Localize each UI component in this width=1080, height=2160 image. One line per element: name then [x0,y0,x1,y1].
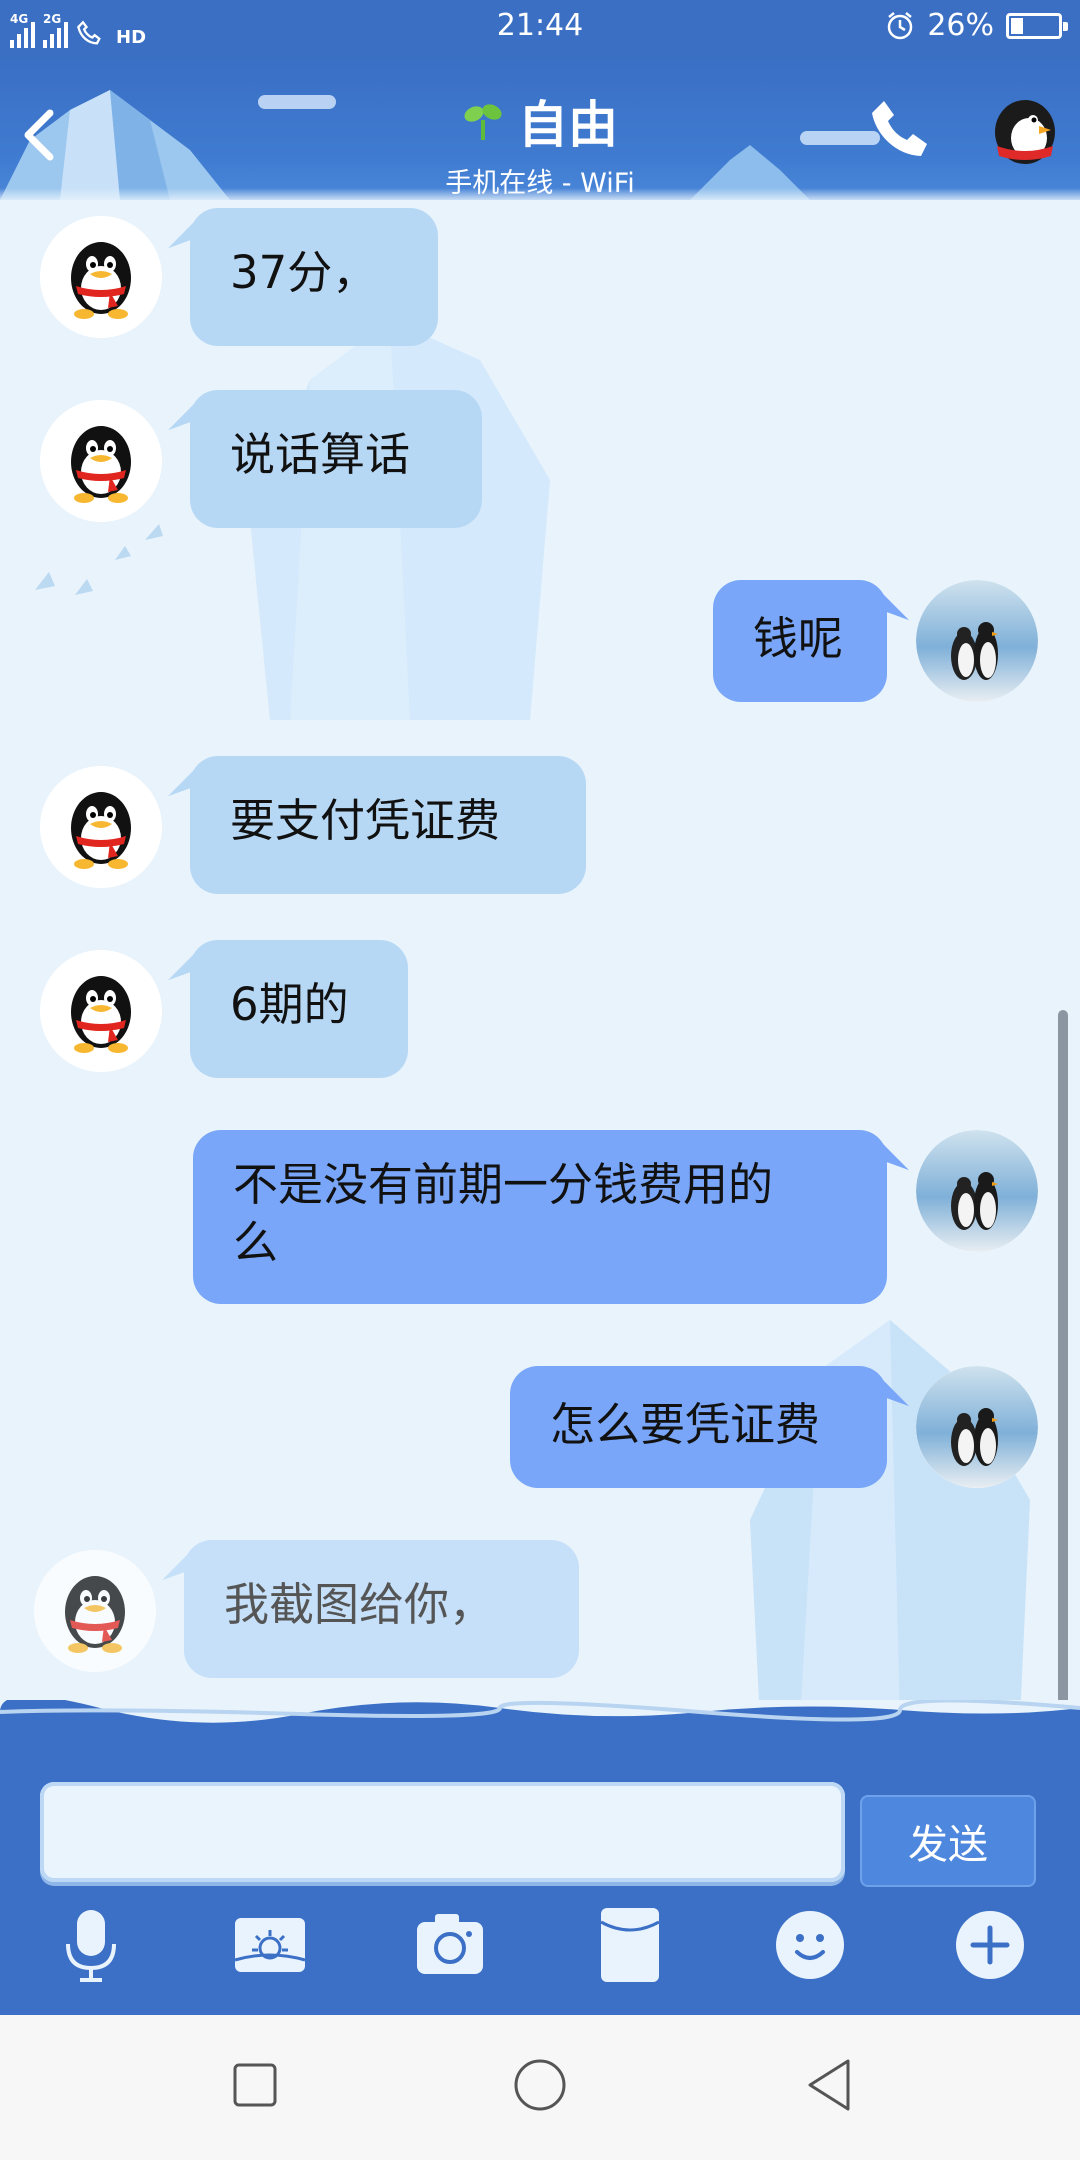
user-avatar-icon[interactable] [916,1366,1038,1488]
message-text: 我截图给你， [224,1578,495,1631]
contact-title[interactable]: 自由 [462,85,618,157]
message-bubble[interactable]: 37分， [190,208,438,346]
message-list[interactable]: 37分， 说话算话 钱呢 要支付凭证费 6期的 不是没有前期一分钱费用的 么 怎… [0,200,1080,1710]
user-avatar-icon[interactable] [916,580,1038,702]
message-text: 37分， [230,246,378,299]
message-text-line: 么 [233,1216,279,1269]
message-text: 钱呢 [753,612,844,665]
message-bubble[interactable]: 我截图给你， [184,1540,579,1678]
penguin-avatar-icon[interactable] [40,950,162,1072]
plus-icon [956,1911,1024,1979]
red-packet-icon [600,1908,660,1982]
toolbar [0,1892,1080,2015]
back-nav-icon[interactable] [800,2055,860,2115]
message-text: 要支付凭证费 [230,794,501,847]
ice-edge-decoration [0,1700,1080,1723]
battery-percent: 26% [927,8,994,43]
header-shadow [0,188,1080,200]
camera-button[interactable] [405,1900,495,1990]
message-text-line: 不是没有前期一分钱费用的 [233,1158,774,1211]
camera-icon [417,1914,483,1974]
message-bubble[interactable]: 6期的 [190,940,408,1078]
home-icon[interactable] [510,2055,570,2115]
status-right: 26% [885,8,1068,43]
send-button[interactable]: 发送 [860,1795,1036,1887]
red-packet-button[interactable] [585,1900,675,1990]
more-button[interactable] [945,1900,1035,1990]
message-bubble[interactable]: 钱呢 [713,580,887,702]
message-bubble[interactable]: 怎么要凭证费 [510,1366,887,1488]
contact-name: 自由 [518,96,618,154]
system-nav-bar [0,2015,1080,2160]
user-avatar-icon[interactable] [916,1130,1038,1252]
image-icon [234,1918,306,1972]
image-button[interactable] [225,1900,315,1990]
status-bar: 4G 2G HD 21:44 26% [0,0,1080,55]
message-text: 怎么要凭证费 [550,1398,821,1451]
phone-call-icon[interactable] [870,97,934,163]
penguin-profile-icon[interactable] [985,88,1065,168]
message-text: 说话算话 [230,428,411,481]
scrollbar[interactable] [1058,1010,1068,1710]
message-bubble[interactable]: 要支付凭证费 [190,756,586,894]
penguin-avatar-icon[interactable] [40,216,162,338]
input-panel: 发送 [0,1700,1080,2015]
alarm-icon [888,11,913,39]
voice-button[interactable] [46,1900,136,1990]
recent-apps-icon[interactable] [225,2055,285,2115]
voice-icon [66,1910,116,1982]
chat-header: 自由 手机在线 - WiFi [0,55,1080,200]
sprout-icon [464,104,502,140]
battery-icon [1006,12,1068,39]
message-bubble[interactable]: 不是没有前期一分钱费用的 么 [193,1130,887,1304]
penguin-avatar-icon[interactable] [40,400,162,522]
emoji-icon [776,1911,844,1979]
message-text: 6期的 [230,978,349,1031]
battery-fill [1011,17,1023,34]
emoji-button[interactable] [765,1900,855,1990]
message-input[interactable] [40,1782,845,1882]
penguin-avatar-icon[interactable] [34,1550,156,1672]
penguin-avatar-icon[interactable] [40,766,162,888]
message-bubble[interactable]: 说话算话 [190,390,482,528]
